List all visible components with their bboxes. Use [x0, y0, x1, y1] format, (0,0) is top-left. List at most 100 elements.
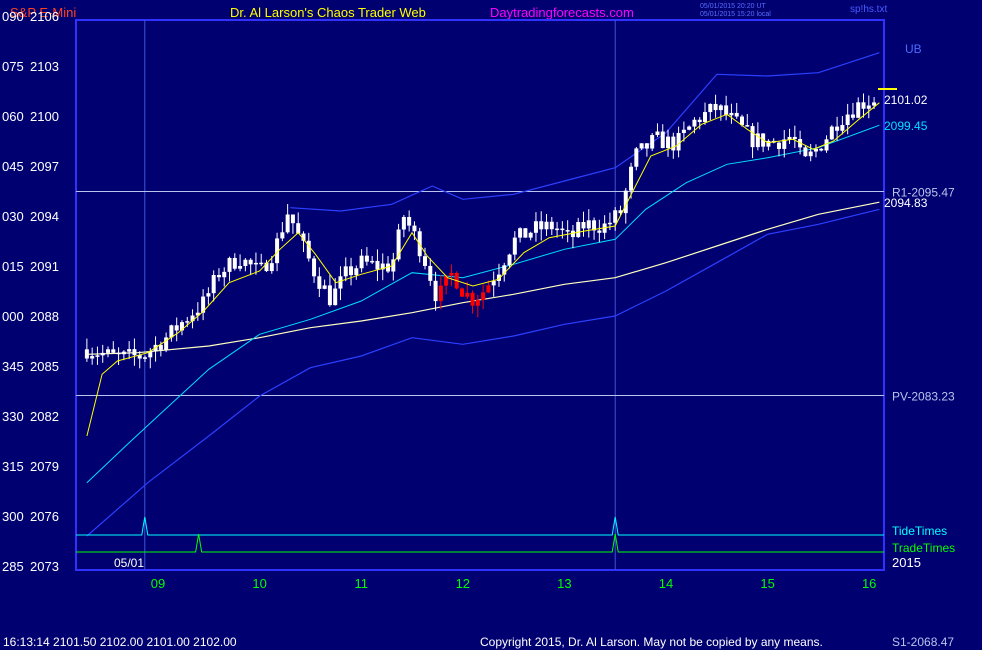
- price-bar-body: [840, 124, 845, 131]
- price-bar-body: [597, 230, 602, 233]
- price-bar-body: [750, 126, 755, 148]
- price-bar-body: [613, 210, 618, 223]
- price-bar-body: [629, 166, 634, 191]
- price-bar-body: [216, 275, 221, 278]
- price-bar-body: [528, 232, 533, 238]
- price-bar-body: [861, 102, 866, 109]
- price-bar-body: [253, 262, 258, 265]
- price-bar-body: [222, 271, 227, 278]
- price-bar-body: [745, 125, 750, 127]
- level-label-pv: PV-2083.23: [892, 390, 955, 404]
- price-bar-body: [317, 276, 322, 289]
- last-value-label: 2094.83: [884, 196, 928, 210]
- price-bar-body: [290, 214, 295, 224]
- price-bar-body: [375, 260, 380, 270]
- price-bar-body: [359, 255, 364, 269]
- price-bar-body: [269, 263, 274, 272]
- price-bar-body: [206, 293, 211, 297]
- price-bar-body: [549, 221, 554, 230]
- y-tick-label-left: 315: [2, 459, 24, 474]
- price-bar-body: [634, 148, 639, 167]
- price-bar-body: [829, 126, 834, 140]
- copyright-notice: Copyright 2015, Dr. Al Larson. May not b…: [480, 635, 823, 649]
- price-bar-body: [539, 221, 544, 230]
- quote-readout: 16:13:14 2101.50 2102.00 2101.00 2102.00: [3, 635, 237, 649]
- y-tick-label-left: 045: [2, 159, 24, 174]
- price-bar-body: [401, 216, 406, 230]
- price-bar-body: [428, 265, 433, 281]
- price-bar-body: [523, 228, 528, 238]
- y-tick-label-left: 330: [2, 409, 24, 424]
- price-bar-body: [660, 131, 665, 149]
- x-tick-label: 15: [760, 576, 774, 591]
- y-tick-label-left: 060: [2, 109, 24, 124]
- upper-band-line: [290, 52, 880, 212]
- price-bar-body: [285, 214, 290, 233]
- y-tick-label-left: 090: [2, 9, 24, 24]
- price-bar-body: [142, 357, 147, 359]
- price-bar-body: [364, 255, 369, 262]
- y-tick-label: 2079: [30, 459, 59, 474]
- price-bar-body: [106, 349, 111, 353]
- price-bar-body: [433, 280, 438, 302]
- price-bar-body: [338, 276, 343, 289]
- price-bar-body: [650, 135, 655, 149]
- date-label: 05/01: [114, 556, 144, 570]
- price-bar-body: [322, 285, 327, 289]
- price-bar-body: [174, 325, 179, 331]
- price-bar-body: [703, 112, 708, 123]
- price-bar-body: [169, 325, 174, 338]
- price-bar-body: [259, 262, 264, 265]
- price-bar-body: [734, 112, 739, 117]
- price-bar-body: [692, 119, 697, 127]
- y-tick-label: 2073: [30, 559, 59, 574]
- s1-level-label: S1-2068.47: [892, 635, 955, 649]
- price-bar-body: [481, 292, 486, 301]
- price-bar-body: [90, 356, 95, 359]
- price-bar-body: [127, 349, 132, 352]
- price-bar-body: [724, 105, 729, 116]
- plot-frame: [75, 19, 885, 571]
- price-bar-body: [84, 349, 89, 359]
- price-bar-body: [671, 136, 676, 151]
- price-bar-body: [644, 143, 649, 149]
- fast-average-line: [86, 102, 880, 437]
- price-bar-body: [227, 257, 232, 272]
- price-chart: 285 2073 300 2076 315 2079 330 2082 345 2085 000 20…: [2, 9, 955, 591]
- price-bar-body: [100, 352, 105, 356]
- price-bar-body: [343, 266, 348, 277]
- price-bar-body: [512, 237, 517, 255]
- price-bar-body: [116, 352, 121, 355]
- price-bar-body: [465, 292, 470, 297]
- price-bar-body: [312, 258, 317, 277]
- trade-times-line-label: TradeTimes: [892, 541, 955, 555]
- x-tick-label: 12: [456, 576, 470, 591]
- price-bar-body: [438, 285, 443, 302]
- price-bar-body: [449, 272, 454, 276]
- price-bar-body: [423, 256, 428, 266]
- y-tick-label: 2097: [30, 159, 59, 174]
- price-bar-body: [639, 143, 644, 149]
- price-bar-body: [248, 259, 253, 265]
- ub-label: UB: [905, 42, 922, 56]
- y-tick-label: 2091: [30, 259, 59, 274]
- price-bar-body: [819, 148, 824, 151]
- price-bar-body: [370, 260, 375, 263]
- price-bar-body: [856, 102, 861, 118]
- y-tick-label-left: 000: [2, 309, 24, 324]
- price-bar-body: [708, 103, 713, 113]
- price-bar-body: [486, 285, 491, 293]
- price-bar-body: [412, 225, 417, 232]
- price-bar-body: [518, 228, 523, 238]
- price-bar-body: [211, 275, 216, 294]
- y-tick-label: 2085: [30, 359, 59, 374]
- y-tick-label-left: 345: [2, 359, 24, 374]
- price-bar-body: [243, 259, 248, 267]
- price-bar-body: [544, 221, 549, 230]
- price-bar-body: [835, 126, 840, 131]
- y-tick-label-left: 015: [2, 259, 24, 274]
- price-bar-body: [866, 105, 871, 109]
- y-tick-label-left: 285: [2, 559, 24, 574]
- price-bar-body: [586, 220, 591, 229]
- price-bar-body: [185, 321, 190, 323]
